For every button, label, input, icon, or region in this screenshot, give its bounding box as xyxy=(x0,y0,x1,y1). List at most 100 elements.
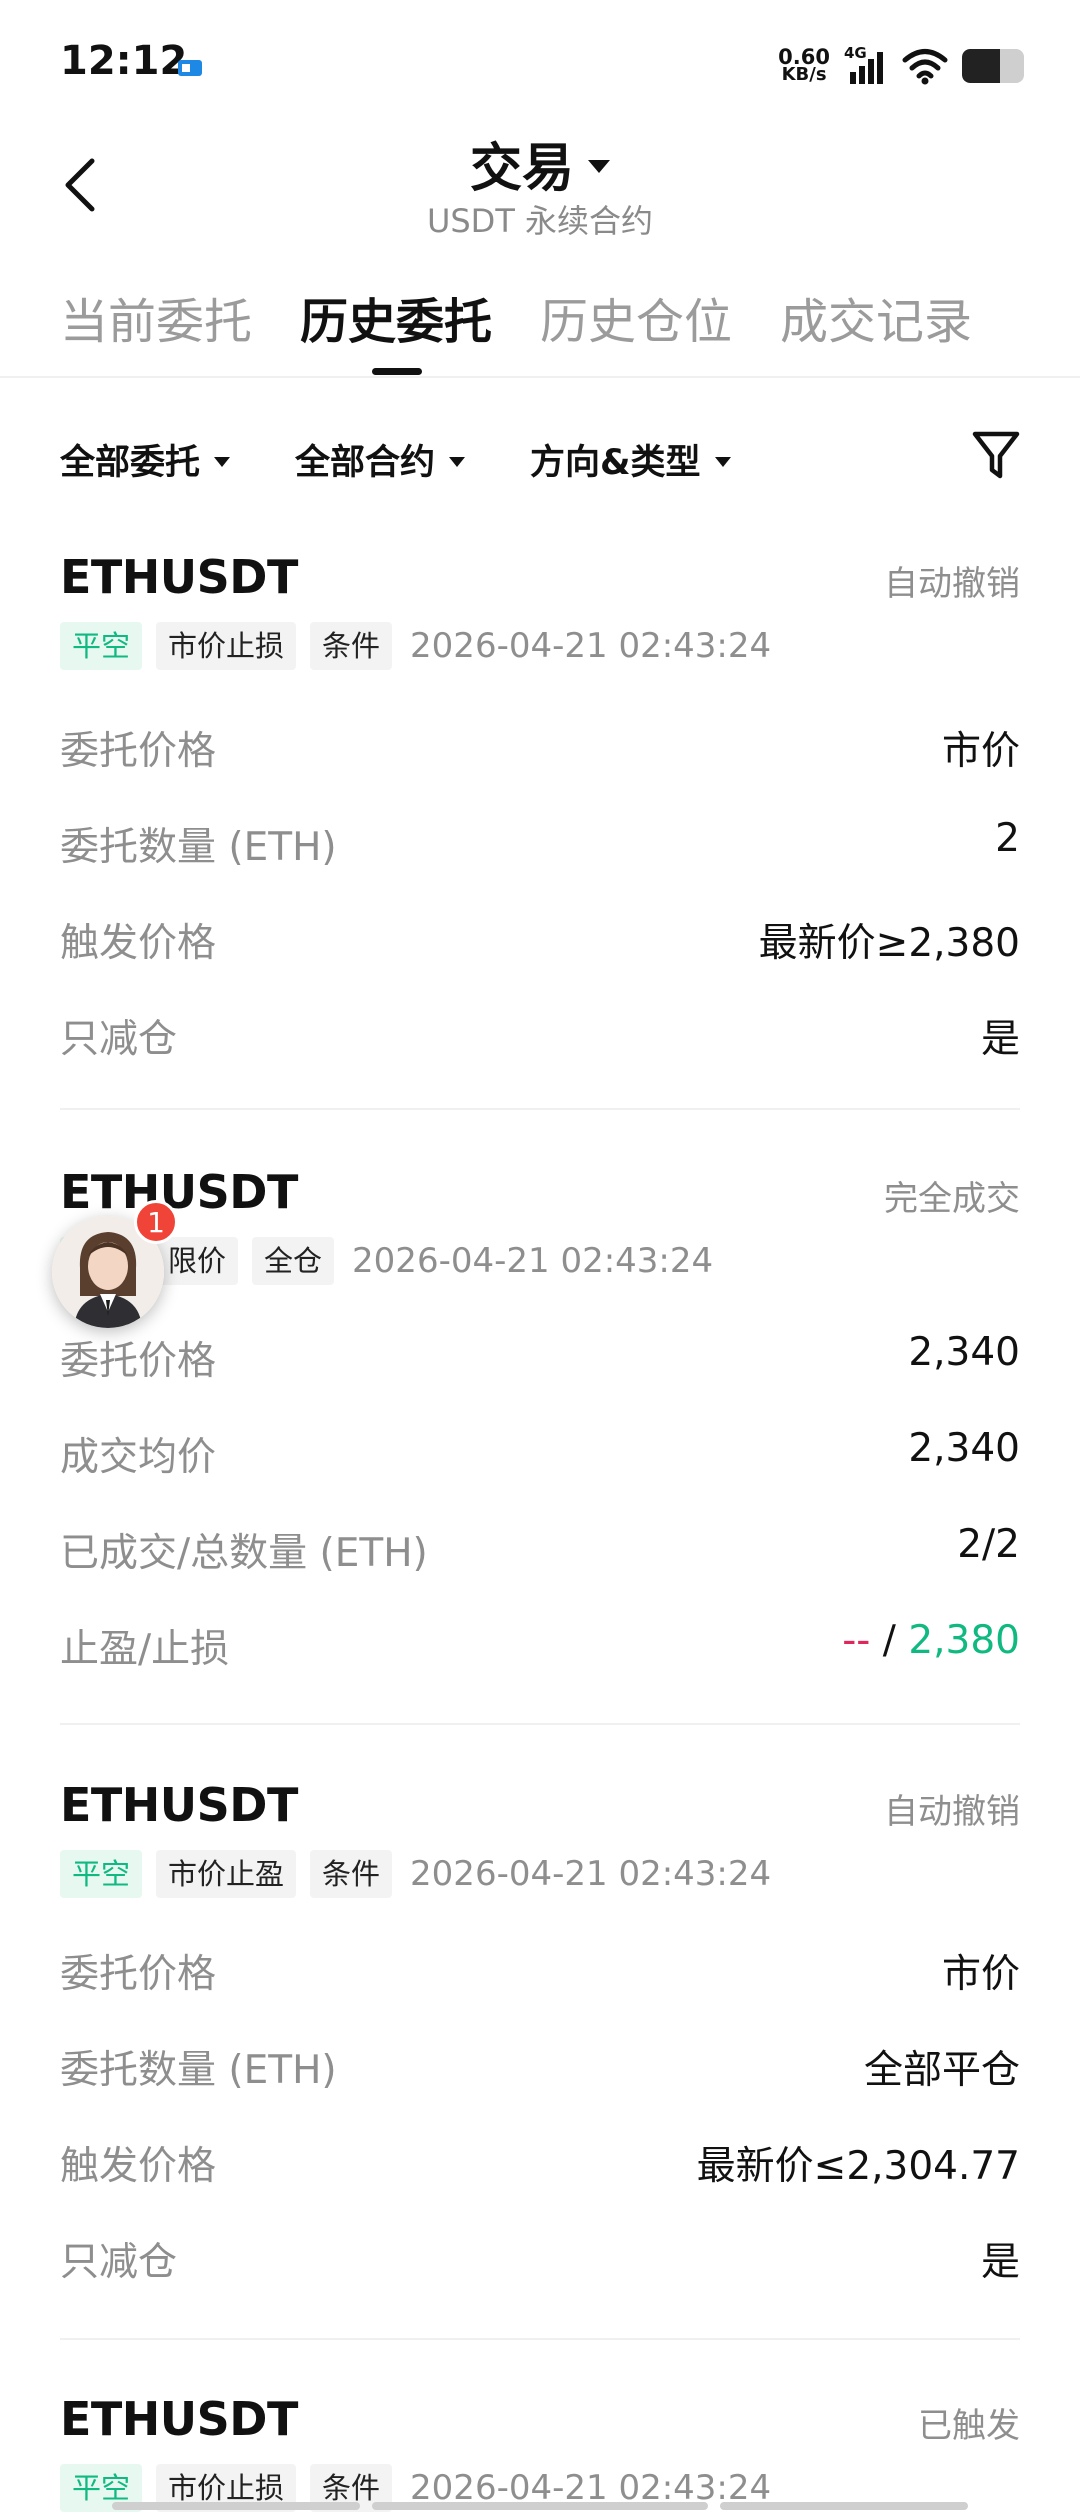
tab-current-orders[interactable]: 当前委托 xyxy=(60,282,252,352)
scroll-indicator xyxy=(372,2502,708,2510)
filter-label: 全部委托 xyxy=(60,443,201,483)
side-tag: 平空 xyxy=(60,622,143,670)
divider xyxy=(60,2338,1020,2340)
field-label: 委托价格 xyxy=(60,729,217,774)
field-value: 2 xyxy=(995,816,1020,861)
page-title: 交易 xyxy=(469,139,574,199)
field-value: 市价 xyxy=(941,1952,1020,1997)
tab-order-history[interactable]: 历史委托 xyxy=(300,282,492,352)
cell-signal: 4G xyxy=(844,44,888,86)
margin-mode-tag: 全仓 xyxy=(252,1237,335,1285)
page-subtitle: USDT 永续合约 xyxy=(426,202,654,240)
status-indicators: 0.60 KB/s 4G xyxy=(778,44,1024,88)
field-row: 止盈/止损 -- / 2,380 xyxy=(60,1618,1020,1678)
field-label: 只减仓 xyxy=(60,2240,178,2285)
status-time: 12:12 xyxy=(60,38,188,84)
filter-label: 方向&类型 xyxy=(530,443,701,483)
order-card[interactable]: ETHUSDT 已触发 平空 市价止损 条件 2026-04-21 02:43:… xyxy=(60,2392,1020,2520)
filter-direction-type[interactable]: 方向&类型 xyxy=(530,434,731,485)
field-row: 委托价格 市价 xyxy=(60,720,1020,780)
field-value: 2,340 xyxy=(908,1426,1020,1471)
battery-level xyxy=(962,49,1001,83)
divider xyxy=(60,1723,1020,1725)
battery-icon xyxy=(962,49,1024,83)
order-tags: 平空 市价止损 条件 2026-04-21 02:43:24 xyxy=(60,622,771,670)
divider xyxy=(60,1108,1020,1110)
order-time: 2026-04-21 02:43:24 xyxy=(410,626,772,666)
field-row: 委托数量 (ETH) 全部平仓 xyxy=(60,2039,1020,2099)
order-time: 2026-04-21 02:43:24 xyxy=(352,1241,714,1281)
condition-tag: 条件 xyxy=(310,622,393,670)
caret-down-icon xyxy=(588,160,610,173)
order-tags: 平空 市价止盈 条件 2026-04-21 02:43:24 xyxy=(60,1850,771,1898)
filter-order-type[interactable]: 全部委托 xyxy=(60,434,231,485)
take-profit-value: -- xyxy=(842,1618,871,1663)
filter-bar: 全部委托 全部合约 方向&类型 xyxy=(0,420,1080,500)
field-label: 只减仓 xyxy=(60,1017,178,1062)
field-label: 触发价格 xyxy=(60,2144,217,2189)
order-status: 完全成交 xyxy=(884,1179,1020,1219)
field-value: 最新价≤2,304.77 xyxy=(696,2144,1020,2189)
field-row: 已成交/总数量 (ETH) 2/2 xyxy=(60,1522,1020,1582)
order-status: 自动撤销 xyxy=(884,1792,1020,1832)
field-row: 触发价格 最新价≤2,304.77 xyxy=(60,2135,1020,2195)
field-value: 是 xyxy=(980,2240,1020,2285)
tp-sl-value: -- / 2,380 xyxy=(842,1618,1020,1663)
order-symbol: ETHUSDT xyxy=(60,1778,298,1832)
field-value: 最新价≥2,380 xyxy=(758,921,1020,966)
order-card[interactable]: ETHUSDT 自动撤销 平空 市价止损 条件 2026-04-21 02:43… xyxy=(60,550,1020,1070)
title-dropdown[interactable]: 交易 xyxy=(0,126,1080,201)
network-speed: 0.60 KB/s xyxy=(778,47,830,85)
order-card[interactable]: ETHUSDT 自动撤销 平空 市价止盈 条件 2026-04-21 02:43… xyxy=(60,1778,1020,2298)
wifi-icon xyxy=(902,49,948,85)
order-symbol: ETHUSDT xyxy=(60,1165,298,1219)
network-speed-unit: KB/s xyxy=(781,64,827,85)
scroll-indicator xyxy=(720,2502,968,2510)
field-row: 只减仓 是 xyxy=(60,2231,1020,2291)
field-label: 成交均价 xyxy=(60,1435,217,1480)
field-label: 委托数量 (ETH) xyxy=(60,2048,337,2093)
order-status: 自动撤销 xyxy=(884,564,1020,604)
field-label: 已成交/总数量 (ETH) xyxy=(60,1531,428,1576)
scroll-indicator xyxy=(112,2502,360,2510)
order-type-tag: 市价止盈 xyxy=(156,1850,297,1898)
order-card[interactable]: ETHUSDT 完全成交 平空 限价 全仓 2026-04-21 02:43:2… xyxy=(60,1165,1020,1685)
page-header: 交易 USDT 永续合约 xyxy=(0,120,1080,250)
field-value: 2/2 xyxy=(957,1522,1020,1567)
caret-down-icon xyxy=(449,456,466,467)
field-label: 委托价格 xyxy=(60,1339,217,1384)
tp-sl-separator: / xyxy=(882,1618,896,1663)
order-type-tag: 限价 xyxy=(156,1237,239,1285)
caret-down-icon xyxy=(214,456,231,467)
stop-loss-value: 2,380 xyxy=(908,1618,1020,1663)
field-label: 委托数量 (ETH) xyxy=(60,825,337,870)
caret-down-icon xyxy=(714,456,731,467)
order-status: 已触发 xyxy=(918,2406,1020,2446)
order-symbol: ETHUSDT xyxy=(60,550,298,604)
field-row: 成交均价 2,340 xyxy=(60,1426,1020,1486)
order-symbol: ETHUSDT xyxy=(60,2392,298,2446)
field-value: 是 xyxy=(980,1017,1020,1062)
tab-position-history[interactable]: 历史仓位 xyxy=(540,282,732,352)
funnel-icon[interactable] xyxy=(970,428,1022,484)
field-row: 触发价格 最新价≥2,380 xyxy=(60,912,1020,972)
field-value: 全部平仓 xyxy=(863,2048,1020,2093)
app-notification-icon xyxy=(178,60,202,76)
field-row: 只减仓 是 xyxy=(60,1008,1020,1068)
status-bar: 12:12 0.60 KB/s 4G xyxy=(0,0,1080,130)
field-label: 止盈/止损 xyxy=(60,1627,230,1672)
active-tab-indicator xyxy=(372,368,422,375)
field-row: 委托数量 (ETH) 2 xyxy=(60,816,1020,876)
field-value: 2,340 xyxy=(908,1330,1020,1375)
field-row: 委托价格 2,340 xyxy=(60,1330,1020,1390)
tab-trade-records[interactable]: 成交记录 xyxy=(780,282,972,352)
notification-badge: 1 xyxy=(134,1200,178,1244)
side-tag: 平空 xyxy=(60,1850,143,1898)
condition-tag: 条件 xyxy=(310,1850,393,1898)
network-type-label: 4G xyxy=(844,44,867,62)
order-type-tag: 市价止损 xyxy=(156,622,297,670)
field-value: 市价 xyxy=(941,729,1020,774)
filter-contract[interactable]: 全部合约 xyxy=(295,434,466,485)
order-tabs: 当前委托 历史委托 历史仓位 成交记录 xyxy=(0,270,1080,378)
filter-label: 全部合约 xyxy=(295,443,436,483)
